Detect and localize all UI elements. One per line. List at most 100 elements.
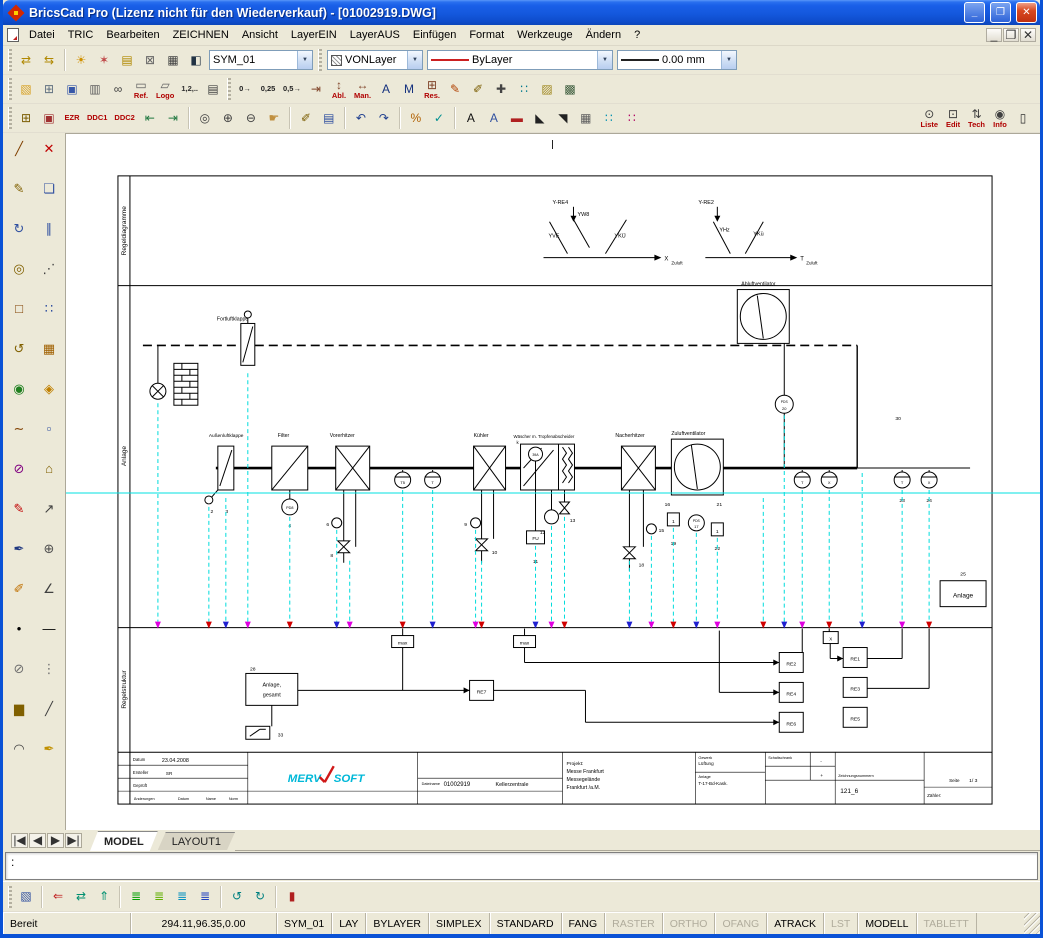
document-icon[interactable] bbox=[7, 28, 19, 42]
raster-toggle[interactable]: RASTER bbox=[605, 913, 663, 934]
no-plot-tool[interactable]: ⊘ bbox=[6, 656, 32, 681]
color-combobox[interactable]: VONLayer ▼ bbox=[327, 50, 423, 70]
points-magenta-button[interactable]: ∷ bbox=[621, 106, 643, 131]
drawing-explorer-button[interactable]: ⇄ bbox=[15, 48, 37, 73]
menu-datei[interactable]: Datei bbox=[23, 27, 61, 43]
rotate-tool[interactable]: ↻ bbox=[6, 216, 32, 241]
open-button[interactable]: ▧ bbox=[15, 77, 37, 102]
coordinates-display[interactable]: 294.11,96.35,0.00 bbox=[131, 913, 277, 934]
minimize-button[interactable]: _ bbox=[964, 2, 985, 23]
toolbar-grip[interactable] bbox=[227, 78, 231, 100]
ddc1-button[interactable]: DDC1 bbox=[84, 106, 110, 131]
line-tool[interactable]: ╱ bbox=[6, 136, 32, 161]
menu-bearbeiten[interactable]: Bearbeiten bbox=[100, 27, 165, 43]
toolbar-grip[interactable] bbox=[8, 78, 12, 100]
print-preview-button[interactable]: ▧ bbox=[15, 884, 37, 909]
hatch-gold-button[interactable]: ▨ bbox=[536, 77, 558, 102]
modell-toggle[interactable]: MODELL bbox=[858, 913, 916, 934]
layer-plot-icon[interactable]: ▦ bbox=[162, 48, 184, 73]
ink-pen-tool[interactable]: ✒ bbox=[6, 536, 32, 561]
properties-button[interactable]: ▤ bbox=[318, 106, 340, 131]
fang-toggle[interactable]: FANG bbox=[562, 913, 606, 934]
ok-check-button[interactable]: ✓ bbox=[428, 106, 450, 131]
curve-tool[interactable]: ◠ bbox=[6, 736, 32, 761]
chevron-down-icon[interactable]: ▼ bbox=[597, 51, 612, 69]
orange-pencil-tool[interactable]: ✐ bbox=[6, 576, 32, 601]
tab-model[interactable]: MODEL bbox=[90, 831, 158, 851]
menu-einfuegen[interactable]: Einfügen bbox=[407, 27, 462, 43]
undo-button[interactable]: ↶ bbox=[350, 106, 372, 131]
lst-toggle[interactable]: LST bbox=[824, 913, 858, 934]
layer-on-icon[interactable]: ☀ bbox=[70, 48, 92, 73]
hatch-lines-tool[interactable]: ⋰ bbox=[36, 256, 62, 281]
center-snap-tool[interactable]: ◉ bbox=[6, 376, 32, 401]
attr-pencil-button[interactable]: ✎ bbox=[444, 77, 466, 102]
doc-window-button[interactable]: ▯ bbox=[1012, 106, 1034, 131]
slope-tool[interactable]: ╱ bbox=[36, 696, 62, 721]
sym-move-button[interactable]: ✚ bbox=[490, 77, 512, 102]
tech-button[interactable]: ⇅Tech bbox=[965, 106, 988, 131]
dim-0-button[interactable]: 0→ bbox=[234, 77, 256, 102]
rotate-right-button[interactable]: ↻ bbox=[249, 884, 271, 909]
layer-freeze-icon[interactable]: ✶ bbox=[93, 48, 115, 73]
zoom-out-button[interactable]: ⊖ bbox=[240, 106, 262, 131]
red-pencil-tool[interactable]: ✎ bbox=[6, 496, 32, 521]
drawing-canvas[interactable]: Regeldiagramme Anlage Regelstruktur Y-RE… bbox=[65, 133, 1040, 830]
hatch-button[interactable]: ▦ bbox=[575, 106, 597, 131]
tab-first-button[interactable]: |◀ bbox=[11, 833, 28, 848]
sheet-set-button[interactable]: ⊞ bbox=[38, 77, 60, 102]
print-button[interactable]: ▤ bbox=[202, 77, 224, 102]
toolbar-grip[interactable] bbox=[8, 107, 12, 129]
layer-states-button[interactable]: ⇆ bbox=[38, 48, 60, 73]
tab-prev-button[interactable]: ◀ bbox=[29, 833, 46, 848]
close-button[interactable]: ✕ bbox=[1016, 2, 1037, 23]
mdi-close-button[interactable]: ✕ bbox=[1020, 28, 1036, 42]
logo-button[interactable]: ▱Logo bbox=[153, 77, 177, 102]
region-tool[interactable]: ⌂ bbox=[36, 456, 62, 481]
dimstyle-field[interactable]: STANDARD bbox=[490, 913, 562, 934]
zoom-realtime-button[interactable]: ◎ bbox=[194, 106, 216, 131]
diamond-tool[interactable]: ◈ bbox=[36, 376, 62, 401]
menu-help[interactable]: ? bbox=[628, 27, 646, 43]
ref-button[interactable]: ▭Ref. bbox=[130, 77, 152, 102]
pan-button[interactable]: ☛ bbox=[263, 106, 285, 131]
ortho-toggle[interactable]: ORTHO bbox=[663, 913, 716, 934]
menu-layerein[interactable]: LayerEIN bbox=[285, 27, 343, 43]
tab-last-button[interactable]: ▶| bbox=[65, 833, 82, 848]
zoom-in-button[interactable]: ⊕ bbox=[217, 106, 239, 131]
point-marker-tool[interactable]: ▫ bbox=[36, 416, 62, 441]
sym-grid-button[interactable]: ∷ bbox=[513, 77, 535, 102]
linetype-combobox[interactable]: ByLayer ▼ bbox=[427, 50, 613, 70]
point-tool[interactable]: • bbox=[6, 616, 32, 641]
spline-tool[interactable]: ∼ bbox=[6, 416, 32, 441]
res-button[interactable]: ⊞Res. bbox=[421, 77, 443, 102]
menu-aendern[interactable]: Ändern bbox=[580, 27, 627, 43]
toolbar-grip[interactable] bbox=[8, 49, 12, 71]
stamp-tool[interactable]: ▆ bbox=[6, 696, 32, 721]
sym-pencil-button[interactable]: ✐ bbox=[467, 77, 489, 102]
match-button[interactable]: % bbox=[405, 106, 427, 131]
resize-grip[interactable] bbox=[1024, 913, 1040, 934]
layer-combobox[interactable]: SYM_01 ▼ bbox=[209, 50, 313, 70]
toolbar-grip[interactable] bbox=[318, 49, 322, 71]
pin-tool[interactable]: ⊕ bbox=[36, 536, 62, 561]
layers-cyan-button[interactable]: ≣ bbox=[171, 884, 193, 909]
layers-add-button[interactable]: ≣ bbox=[148, 884, 170, 909]
dim-abl-button[interactable]: ↕Abl. bbox=[328, 77, 350, 102]
pencil-tool[interactable]: ✎ bbox=[6, 176, 32, 201]
text-a-button[interactable]: A bbox=[375, 77, 397, 102]
erase-tool[interactable]: ✕ bbox=[36, 136, 62, 161]
copy-tool[interactable]: ❏ bbox=[36, 176, 62, 201]
lineweight-combobox[interactable]: 0.00 mm ▼ bbox=[617, 50, 737, 70]
layer-lock-icon[interactable]: ⊠ bbox=[139, 48, 161, 73]
menu-layeraus[interactable]: LayerAUS bbox=[344, 27, 406, 43]
dim-man-button[interactable]: ↔Man. bbox=[351, 77, 374, 102]
mirror-tool[interactable]: ∥ bbox=[36, 216, 62, 241]
text-m-button[interactable]: M bbox=[398, 77, 420, 102]
layer-stack-icon[interactable]: ▤ bbox=[116, 48, 138, 73]
current-layer-field[interactable]: SYM_01 bbox=[277, 913, 332, 934]
manual-button[interactable]: ▮ bbox=[281, 884, 303, 909]
chevron-down-icon[interactable]: ▼ bbox=[407, 51, 422, 69]
angle-tool[interactable]: ∠ bbox=[36, 576, 62, 601]
layers-all-button[interactable]: ≣ bbox=[125, 884, 147, 909]
